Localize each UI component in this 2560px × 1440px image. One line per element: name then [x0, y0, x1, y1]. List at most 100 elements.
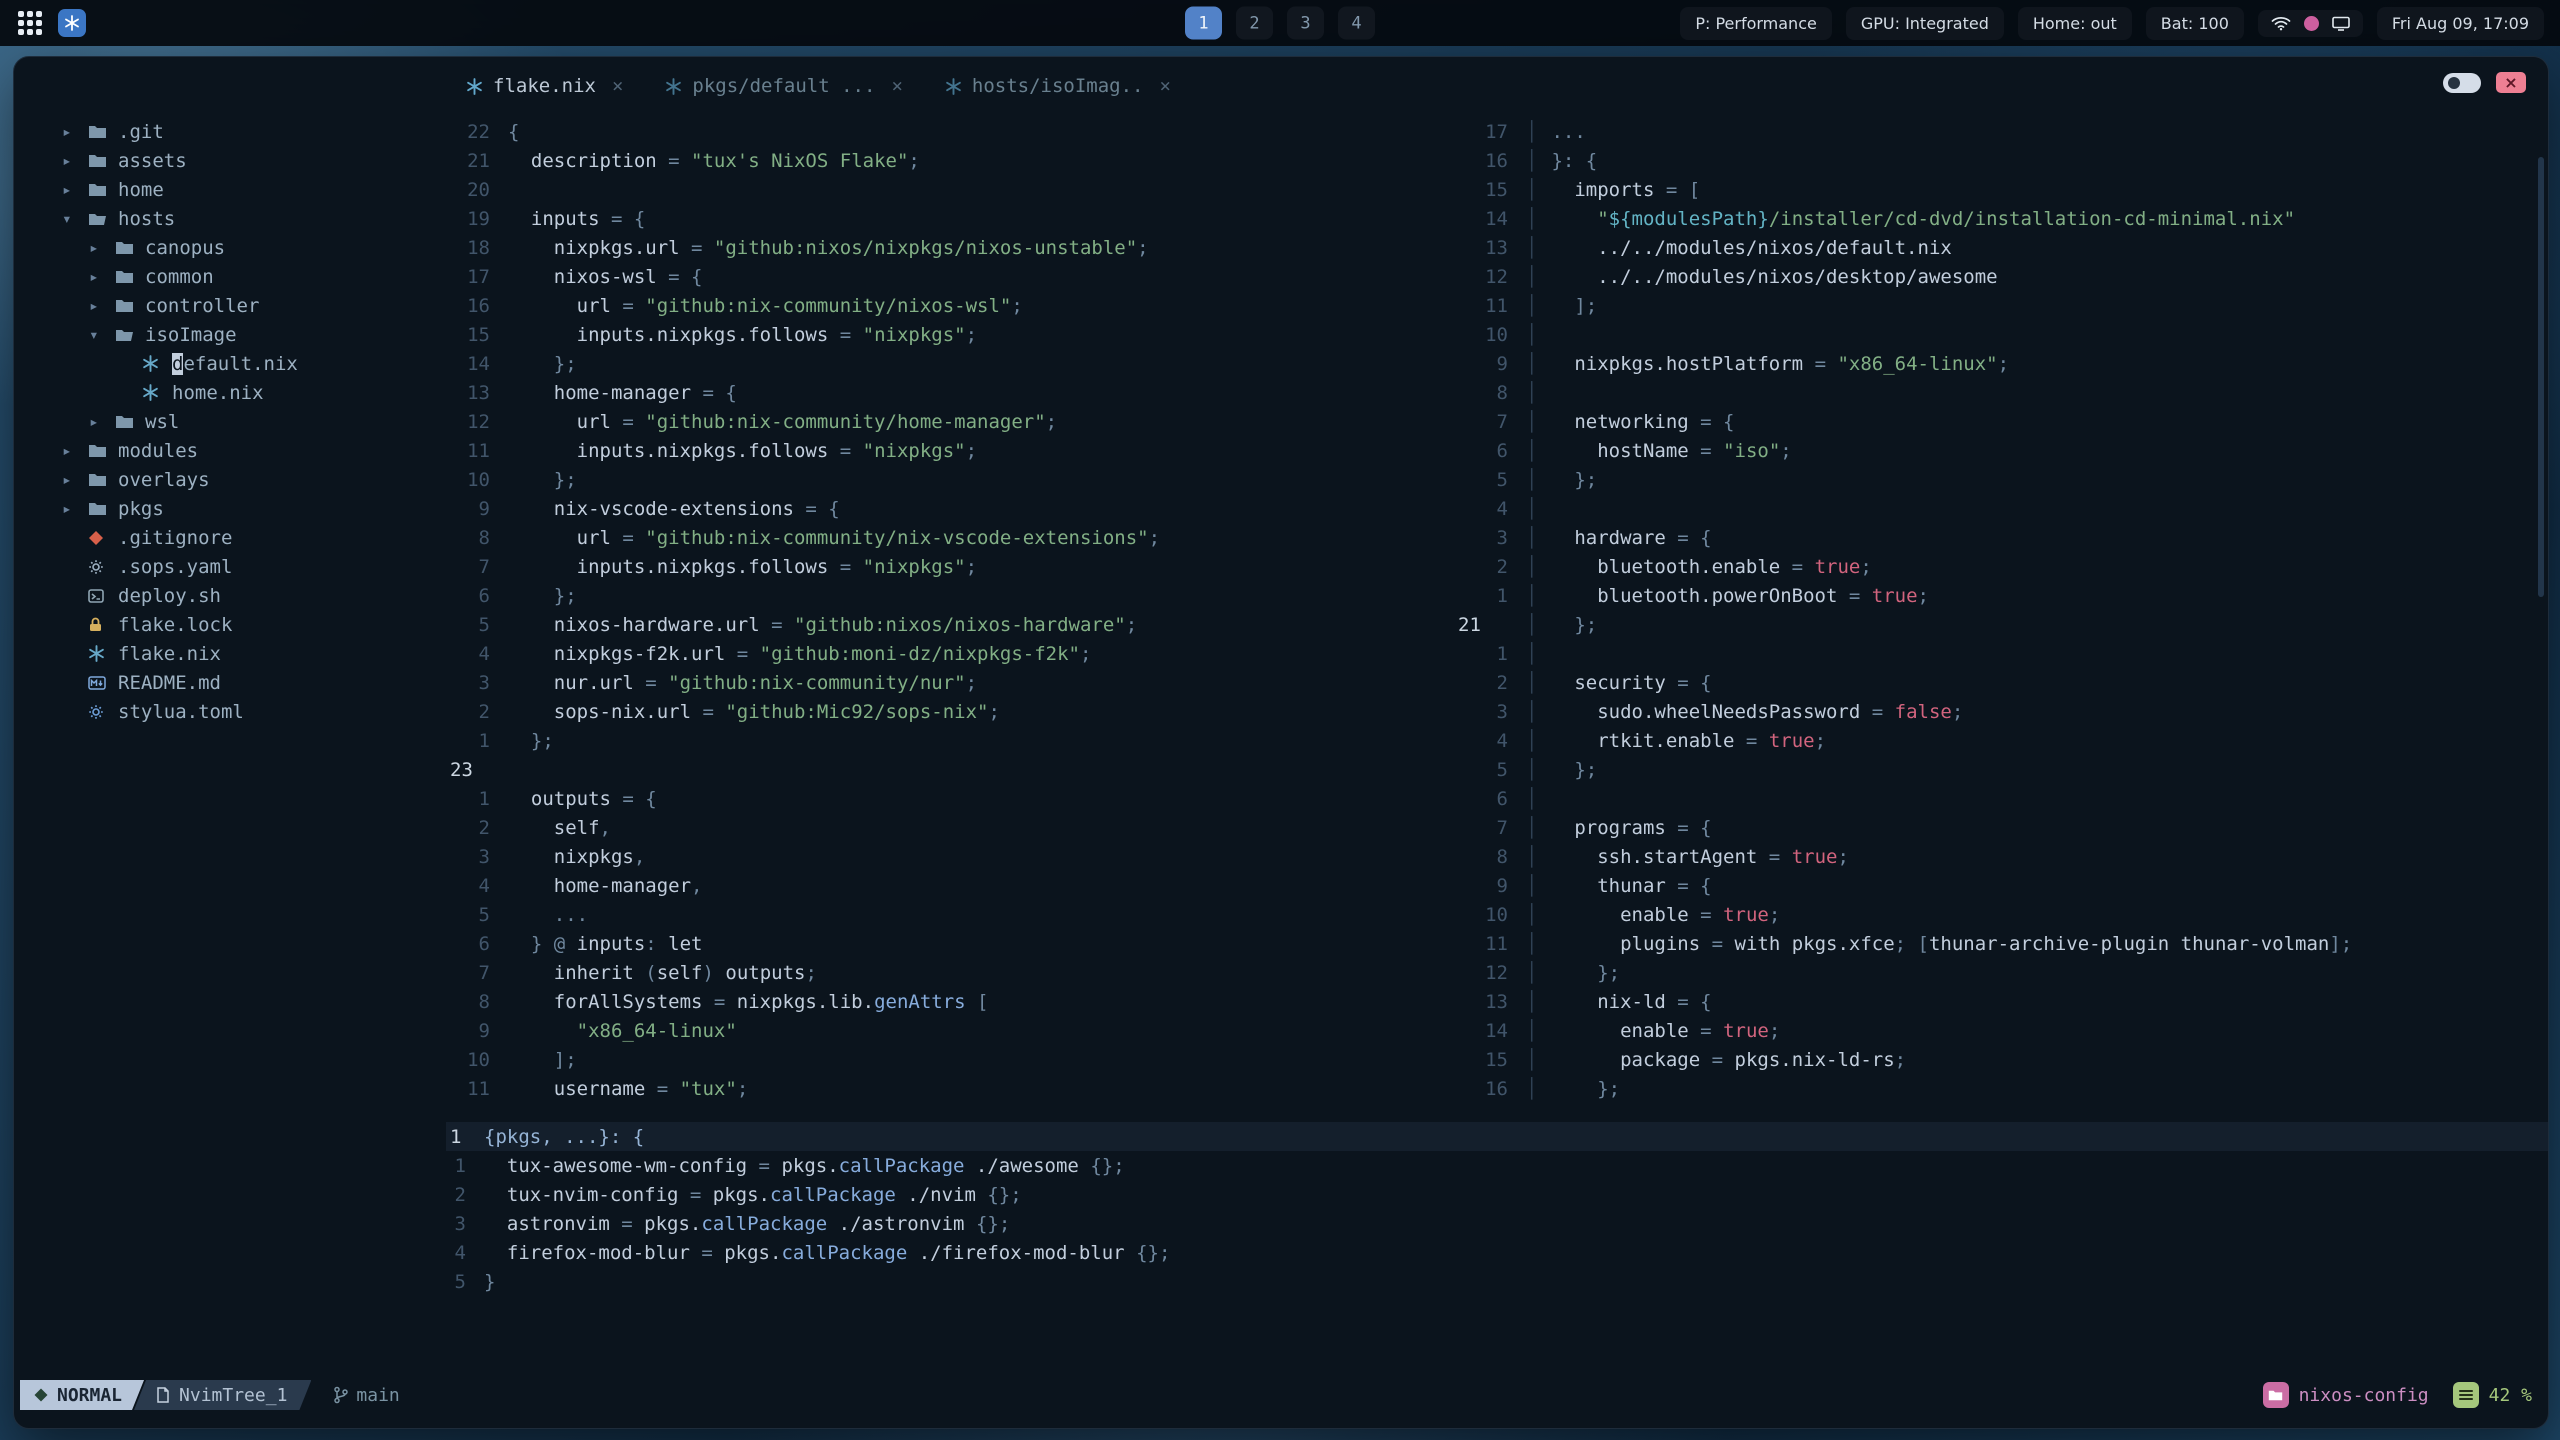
code-line[interactable]: 4 firefox-mod-blur = pkgs.callPackage ./…: [446, 1238, 2548, 1267]
tree-item-controller[interactable]: ▸ controller: [14, 291, 454, 320]
tab-close-icon[interactable]: ×: [612, 75, 623, 97]
code-line[interactable]: 16 url = "github:nix-community/nixos-wsl…: [446, 291, 1454, 320]
tree-item-default.nix[interactable]: default.nix: [14, 349, 454, 378]
code-line[interactable]: 9 "x86_64-linux": [446, 1016, 1454, 1045]
chevron-right-icon[interactable]: ▸: [89, 412, 115, 431]
chevron-right-icon[interactable]: ▸: [89, 296, 115, 315]
code-line[interactable]: 11 │ ];: [1454, 291, 2548, 320]
code-line[interactable]: 11 username = "tux";: [446, 1074, 1454, 1103]
scrollbar-thumb[interactable]: [2538, 157, 2544, 597]
tree-item-assets[interactable]: ▸ assets: [14, 146, 454, 175]
tree-item-.git[interactable]: ▸ .git: [14, 117, 454, 146]
editor-pane-pkgs[interactable]: 1 {pkgs, ...}: {1 tux-awesome-wm-config =…: [446, 1122, 2548, 1296]
code-line[interactable]: 10 │ enable = true;: [1454, 900, 2548, 929]
code-line[interactable]: 12 url = "github:nix-community/home-mana…: [446, 407, 1454, 436]
app-launcher-icon[interactable]: [16, 9, 44, 37]
code-line[interactable]: 14 };: [446, 349, 1454, 378]
code-line[interactable]: 3 │ sudo.wheelNeedsPassword = false;: [1454, 697, 2548, 726]
code-line[interactable]: 5}: [446, 1267, 2548, 1296]
code-line[interactable]: 16 │}: {: [1454, 146, 2548, 175]
chevron-right-icon[interactable]: ▸: [62, 151, 88, 170]
tab-pkgs-default-...[interactable]: pkgs/default ... ×: [665, 75, 903, 97]
code-line[interactable]: 6 };: [446, 581, 1454, 610]
workspace-button-2[interactable]: 2: [1236, 6, 1273, 40]
code-line[interactable]: 5 │ };: [1454, 465, 2548, 494]
code-line[interactable]: 8 │: [1454, 378, 2548, 407]
code-line[interactable]: 22 {: [446, 117, 1454, 146]
code-line[interactable]: 10 };: [446, 465, 1454, 494]
code-line[interactable]: 7 inputs.nixpkgs.follows = "nixpkgs";: [446, 552, 1454, 581]
tree-item-pkgs[interactable]: ▸ pkgs: [14, 494, 454, 523]
code-line[interactable]: 1 outputs = {: [446, 784, 1454, 813]
tree-item-flake.nix[interactable]: flake.nix: [14, 639, 454, 668]
tree-item-canopus[interactable]: ▸ canopus: [14, 233, 454, 262]
code-line[interactable]: 4 nixpkgs-f2k.url = "github:moni-dz/nixp…: [446, 639, 1454, 668]
code-line[interactable]: 7 │ programs = {: [1454, 813, 2548, 842]
tab-close-icon[interactable]: ×: [891, 75, 902, 97]
tree-item-.gitignore[interactable]: .gitignore: [14, 523, 454, 552]
code-line[interactable]: 4 │: [1454, 494, 2548, 523]
code-line[interactable]: 23: [446, 755, 1454, 784]
code-line[interactable]: 2 │ bluetooth.enable = true;: [1454, 552, 2548, 581]
chevron-right-icon[interactable]: ▸: [89, 238, 115, 257]
code-line[interactable]: 17 nixos-wsl = {: [446, 262, 1454, 291]
code-line[interactable]: 15 │ imports = [: [1454, 175, 2548, 204]
code-line[interactable]: 14 │ "${modulesPath}/installer/cd-dvd/ins…: [1454, 204, 2548, 233]
tree-item-overlays[interactable]: ▸ overlays: [14, 465, 454, 494]
code-line[interactable]: 21 description = "tux's NixOS Flake";: [446, 146, 1454, 175]
chevron-right-icon[interactable]: ▸: [89, 267, 115, 286]
code-line[interactable]: 17 │...: [1454, 117, 2548, 146]
code-line[interactable]: 18 nixpkgs.url = "github:nixos/nixpkgs/n…: [446, 233, 1454, 262]
tray-icons[interactable]: [2257, 9, 2363, 37]
window-toggle-icon[interactable]: [2443, 72, 2481, 93]
code-line[interactable]: 3 nur.url = "github:nix-community/nur";: [446, 668, 1454, 697]
code-line[interactable]: 1 };: [446, 726, 1454, 755]
code-line[interactable]: 2 tux-nvim-config = pkgs.callPackage ./n…: [446, 1180, 2548, 1209]
code-line[interactable]: 14 │ enable = true;: [1454, 1016, 2548, 1045]
code-line[interactable]: 3 nixpkgs,: [446, 842, 1454, 871]
code-line[interactable]: 13 home-manager = {: [446, 378, 1454, 407]
workspace-button-1[interactable]: 1: [1185, 6, 1222, 40]
tree-item-home.nix[interactable]: home.nix: [14, 378, 454, 407]
code-line[interactable]: 1 {pkgs, ...}: {: [446, 1122, 2548, 1151]
code-line[interactable]: 9 nix-vscode-extensions = {: [446, 494, 1454, 523]
code-line[interactable]: 10 │: [1454, 320, 2548, 349]
editor-pane-iso[interactable]: 17 │... 16 │}: {15 │ imports = [14 │ "${modul…: [1454, 117, 2548, 1103]
code-line[interactable]: 11 │ plugins = with pkgs.xfce; [thunar-ar…: [1454, 929, 2548, 958]
code-line[interactable]: 4 │ rtkit.enable = true;: [1454, 726, 2548, 755]
code-line[interactable]: 16 │ };: [1454, 1074, 2548, 1103]
code-line[interactable]: 20: [446, 175, 1454, 204]
tree-item-isoImage[interactable]: ▾ isoImage: [14, 320, 454, 349]
code-line[interactable]: 5 │ };: [1454, 755, 2548, 784]
workspace-button-4[interactable]: 4: [1338, 6, 1375, 40]
code-line[interactable]: 8 forAllSystems = nixpkgs.lib.genAttrs [: [446, 987, 1454, 1016]
code-line[interactable]: 21 │ };: [1454, 610, 2548, 639]
tree-item-README.md[interactable]: README.md: [14, 668, 454, 697]
chevron-right-icon[interactable]: ▸: [62, 180, 88, 199]
nix-badge-icon[interactable]: [58, 9, 86, 37]
chevron-right-icon[interactable]: ▸: [62, 122, 88, 141]
code-line[interactable]: 2 │ security = {: [1454, 668, 2548, 697]
chevron-right-icon[interactable]: ▸: [62, 470, 88, 489]
tree-item-stylua.toml[interactable]: stylua.toml: [14, 697, 454, 726]
tab-hosts-isoImag..[interactable]: hosts/isoImag.. ×: [945, 75, 1171, 97]
tree-item-modules[interactable]: ▸ modules: [14, 436, 454, 465]
code-line[interactable]: 6 │: [1454, 784, 2548, 813]
chevron-right-icon[interactable]: ▸: [62, 441, 88, 460]
code-line[interactable]: 1 │ bluetooth.powerOnBoot = true;: [1454, 581, 2548, 610]
code-line[interactable]: 2 self,: [446, 813, 1454, 842]
editor-pane-flake[interactable]: 22{21 description = "tux's NixOS Flake";…: [446, 117, 1454, 1103]
code-line[interactable]: 8 │ ssh.startAgent = true;: [1454, 842, 2548, 871]
tree-item-hosts[interactable]: ▾ hosts: [14, 204, 454, 233]
code-line[interactable]: 13 │ nix-ld = {: [1454, 987, 2548, 1016]
tree-item-flake.lock[interactable]: flake.lock: [14, 610, 454, 639]
code-line[interactable]: 5 ...: [446, 900, 1454, 929]
code-line[interactable]: 8 url = "github:nix-community/nix-vscode…: [446, 523, 1454, 552]
code-line[interactable]: 15 inputs.nixpkgs.follows = "nixpkgs";: [446, 320, 1454, 349]
tab-flake.nix[interactable]: flake.nix ×: [466, 75, 623, 97]
code-line[interactable]: 3 astronvim = pkgs.callPackage ./astronv…: [446, 1209, 2548, 1238]
chevron-down-icon[interactable]: ▾: [62, 209, 88, 228]
code-line[interactable]: 1 │: [1454, 639, 2548, 668]
code-line[interactable]: 11 inputs.nixpkgs.follows = "nixpkgs";: [446, 436, 1454, 465]
code-line[interactable]: 4 home-manager,: [446, 871, 1454, 900]
